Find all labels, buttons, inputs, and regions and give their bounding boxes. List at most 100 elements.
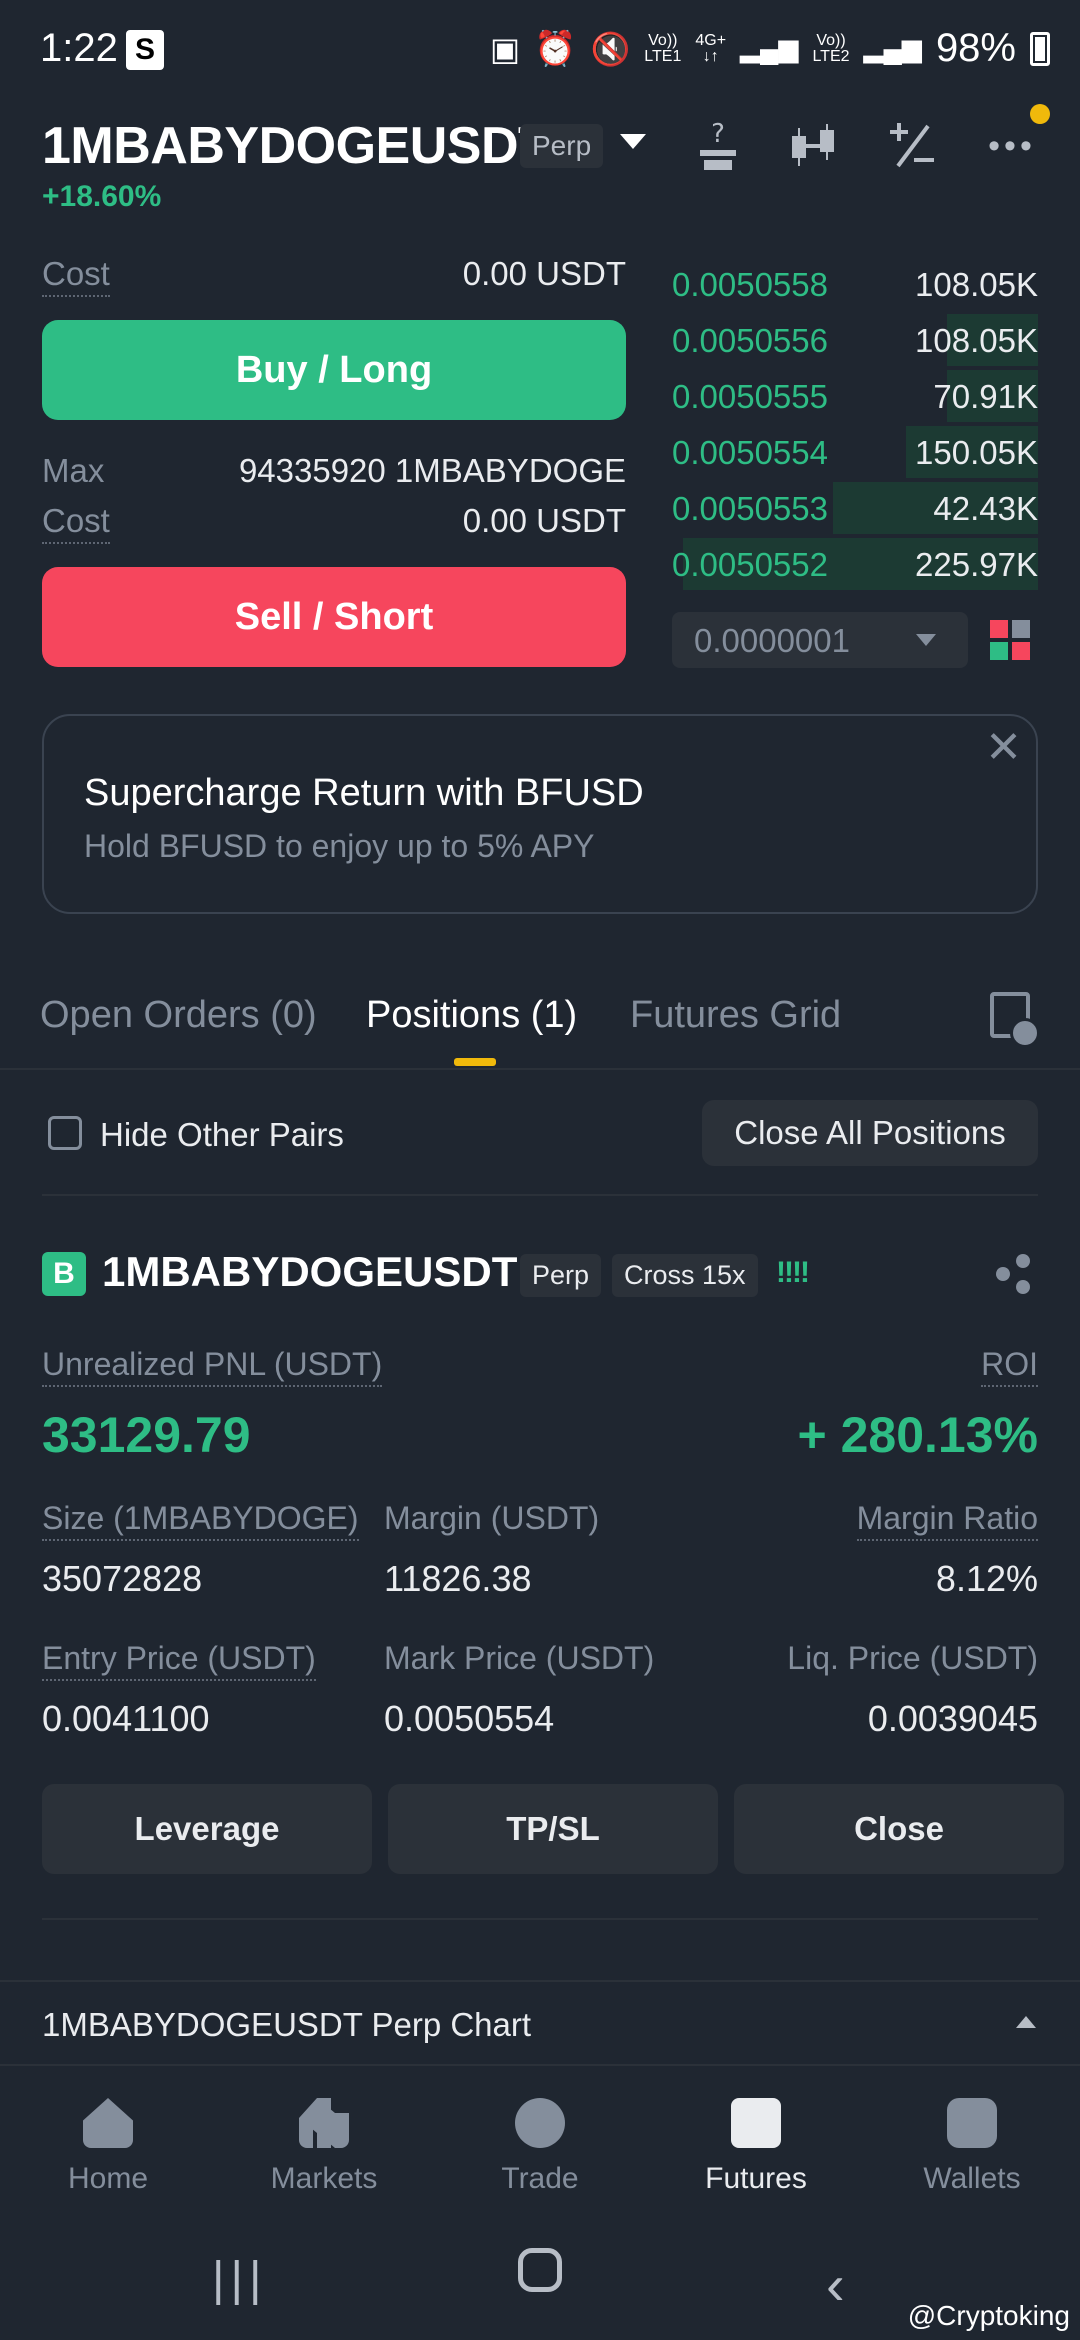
share-icon[interactable] xyxy=(996,1254,1032,1294)
gift-question-icon[interactable]: ? xyxy=(690,118,746,174)
recent-apps-icon[interactable]: ||| xyxy=(212,2252,267,2307)
position-perp-tag: Perp xyxy=(520,1254,602,1297)
orderbook-row[interactable]: 0.0050558 108.05K xyxy=(672,256,1038,312)
s-app-icon: S xyxy=(126,30,164,70)
promo-subtitle: Hold BFUSD to enjoy up to 5% APY xyxy=(84,828,595,864)
close-all-positions-button[interactable]: Close All Positions xyxy=(702,1100,1038,1166)
symbol-title[interactable]: 1MBABYDOGEUSDT xyxy=(42,116,550,176)
status-bar: 1:22 S ▣ ⏰ 🔇 Vo)) LTE1 4G+ ↓↑ ▂▄▆ Vo)) LTE2… xyxy=(0,0,1080,100)
tab-positions[interactable]: Positions (1) xyxy=(366,994,577,1037)
status-right-cluster: ▣ ⏰ 🔇 Vo)) LTE1 4G+ ↓↑ ▂▄▆ Vo)) LTE2 ▂▄▆ 98… xyxy=(490,26,1050,71)
candlestick-icon[interactable] xyxy=(786,118,842,174)
bid-quantity: 70.91K xyxy=(933,378,1038,415)
margin-ratio-value: 8.12% xyxy=(935,1558,1038,1599)
nav-home[interactable]: Home xyxy=(0,2066,216,2226)
orderbook-row[interactable]: 0.0050555 70.91K xyxy=(672,368,1038,424)
cost-value-buy: 0.00 USDT xyxy=(462,255,626,292)
liq-price-value: 0.0039045 xyxy=(867,1698,1038,1739)
bid-price: 0.0050558 xyxy=(672,266,828,303)
orderbook-row[interactable]: 0.0050552 225.97K xyxy=(672,536,1038,592)
hide-other-pairs-checkbox[interactable] xyxy=(48,1116,82,1150)
side-badge: B xyxy=(42,1252,86,1296)
margin-value: 11826.38 xyxy=(384,1558,532,1599)
mute-icon: 🔇 xyxy=(590,30,631,67)
close-position-button[interactable]: Close xyxy=(734,1784,1064,1874)
network-4g: 4G+ ↓↑ xyxy=(695,31,727,65)
perp-tag: Perp xyxy=(520,124,604,168)
margin-label: Margin (USDT) xyxy=(384,1500,600,1536)
more-icon[interactable]: ••• xyxy=(984,118,1040,174)
pnl-label: Unrealized PNL (USDT) xyxy=(42,1346,383,1387)
chart-label: 1MBABYDOGEUSDT Perp Chart xyxy=(42,2006,532,2043)
bid-price: 0.0050552 xyxy=(672,546,828,583)
cost-label-sell: Cost xyxy=(42,502,110,544)
bid-price: 0.0050553 xyxy=(672,490,828,527)
max-label: Max xyxy=(42,452,105,489)
size-value: 35072828 xyxy=(42,1558,203,1599)
battery-icon xyxy=(1030,31,1050,66)
pnl-value: 33129.79 xyxy=(42,1407,251,1463)
bid-quantity: 225.97K xyxy=(915,546,1038,583)
home-icon xyxy=(83,2098,133,2148)
home-button-icon[interactable] xyxy=(518,2248,562,2292)
entry-price-value: 0.0041100 xyxy=(42,1698,210,1739)
nav-wallets[interactable]: Wallets xyxy=(864,2066,1080,2226)
roi-label: ROI xyxy=(981,1346,1038,1387)
risk-level-indicator: !!!! xyxy=(776,1256,810,1289)
close-icon[interactable]: ✕ xyxy=(985,722,1022,773)
back-icon[interactable]: ‹ xyxy=(826,2252,845,2317)
price-change: +18.60% xyxy=(42,180,162,213)
chevron-down-icon xyxy=(916,634,936,646)
chart-toggle-bar[interactable]: 1MBABYDOGEUSDT Perp Chart xyxy=(0,1980,1080,2066)
signal-icon: ▂▄▆ xyxy=(740,33,799,63)
sell-short-button[interactable]: Sell / Short xyxy=(42,567,626,667)
max-value: 94335920 1MBABYDOGE xyxy=(238,452,626,489)
chevron-up-icon[interactable] xyxy=(1016,2016,1036,2028)
battery-saver-icon: ▣ xyxy=(489,30,521,67)
cost-label-buy: Cost xyxy=(42,255,110,297)
notification-dot xyxy=(1030,104,1050,124)
orderbook-row[interactable]: 0.0050556 108.05K xyxy=(672,312,1038,368)
orderbook-layout-icon[interactable] xyxy=(990,620,1030,660)
tab-open-orders[interactable]: Open Orders (0) xyxy=(40,994,317,1037)
symbol-dropdown-icon[interactable] xyxy=(620,134,646,149)
tp-sl-button[interactable]: TP/SL xyxy=(388,1784,718,1874)
orderbook-row[interactable]: 0.0050554 150.05K xyxy=(672,424,1038,480)
margin-mode-chip[interactable]: Cross 15x xyxy=(612,1254,758,1297)
size-label: Size (1MBABYDOGE) xyxy=(42,1500,359,1541)
tick-size-value: 0.0000001 xyxy=(694,622,850,659)
cost-value-sell: 0.00 USDT xyxy=(462,502,626,539)
tick-size-select[interactable]: 0.0000001 xyxy=(672,612,968,668)
calculator-icon[interactable] xyxy=(884,118,940,174)
nav-trade-label: Trade xyxy=(501,2162,579,2195)
orderbook-row[interactable]: 0.0050553 42.43K xyxy=(672,480,1038,536)
bid-quantity: 108.05K xyxy=(915,266,1038,303)
nav-trade[interactable]: Trade xyxy=(432,2066,648,2226)
divider xyxy=(42,1194,1038,1196)
wallets-icon xyxy=(947,2098,997,2148)
nav-futures[interactable]: Futures xyxy=(648,2066,864,2226)
bid-price: 0.0050554 xyxy=(672,434,828,471)
alarm-icon: ⏰ xyxy=(534,29,577,68)
entry-price-label: Entry Price (USDT) xyxy=(42,1640,316,1681)
hide-other-pairs-label[interactable]: Hide Other Pairs xyxy=(100,1116,344,1154)
margin-ratio-label: Margin Ratio xyxy=(856,1500,1038,1541)
trade-icon xyxy=(515,2098,565,2148)
liq-price-label: Liq. Price (USDT) xyxy=(787,1640,1038,1676)
bid-price: 0.0050555 xyxy=(672,378,828,415)
nav-wallets-label: Wallets xyxy=(923,2162,1021,2195)
tab-futures-grid[interactable]: Futures Grid xyxy=(630,994,841,1037)
nav-markets-label: Markets xyxy=(270,2162,378,2195)
promo-banner[interactable]: Supercharge Return with BFUSD Hold BFUSD… xyxy=(42,714,1038,914)
watermark: @Cryptoking xyxy=(907,2300,1070,2331)
buy-long-button[interactable]: Buy / Long xyxy=(42,320,626,420)
history-icon[interactable] xyxy=(990,992,1040,1048)
nav-markets[interactable]: Markets xyxy=(216,2066,432,2226)
tab-divider xyxy=(0,1068,1080,1070)
divider xyxy=(42,1918,1038,1920)
position-symbol[interactable]: 1MBABYDOGEUSDT xyxy=(102,1248,517,1296)
leverage-button[interactable]: Leverage xyxy=(42,1784,372,1874)
bid-quantity: 150.05K xyxy=(915,434,1038,471)
active-tab-indicator xyxy=(454,1058,496,1066)
svg-text:?: ? xyxy=(711,119,725,149)
